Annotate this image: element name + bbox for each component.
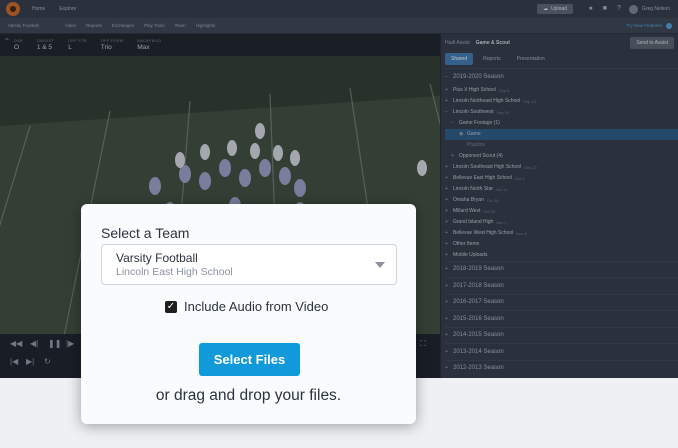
chevron-down-icon [375,262,385,268]
include-audio-label[interactable]: Include Audio from Video [184,299,328,314]
select-team-label: Select a Team [101,225,190,241]
include-audio-row[interactable]: ✓ Include Audio from Video [165,299,328,314]
selected-school-name: Lincoln East High School [116,266,233,278]
team-select[interactable]: Varsity Football Lincoln East High Schoo… [101,244,397,285]
selected-team-name: Varsity Football [116,251,198,265]
select-files-button[interactable]: Select Files [199,343,300,376]
include-audio-checkbox[interactable]: ✓ [165,300,177,313]
drag-drop-text: or drag and drop your files. [155,387,342,404]
upload-modal: Select a Team Varsity Football Lincoln E… [81,204,416,424]
